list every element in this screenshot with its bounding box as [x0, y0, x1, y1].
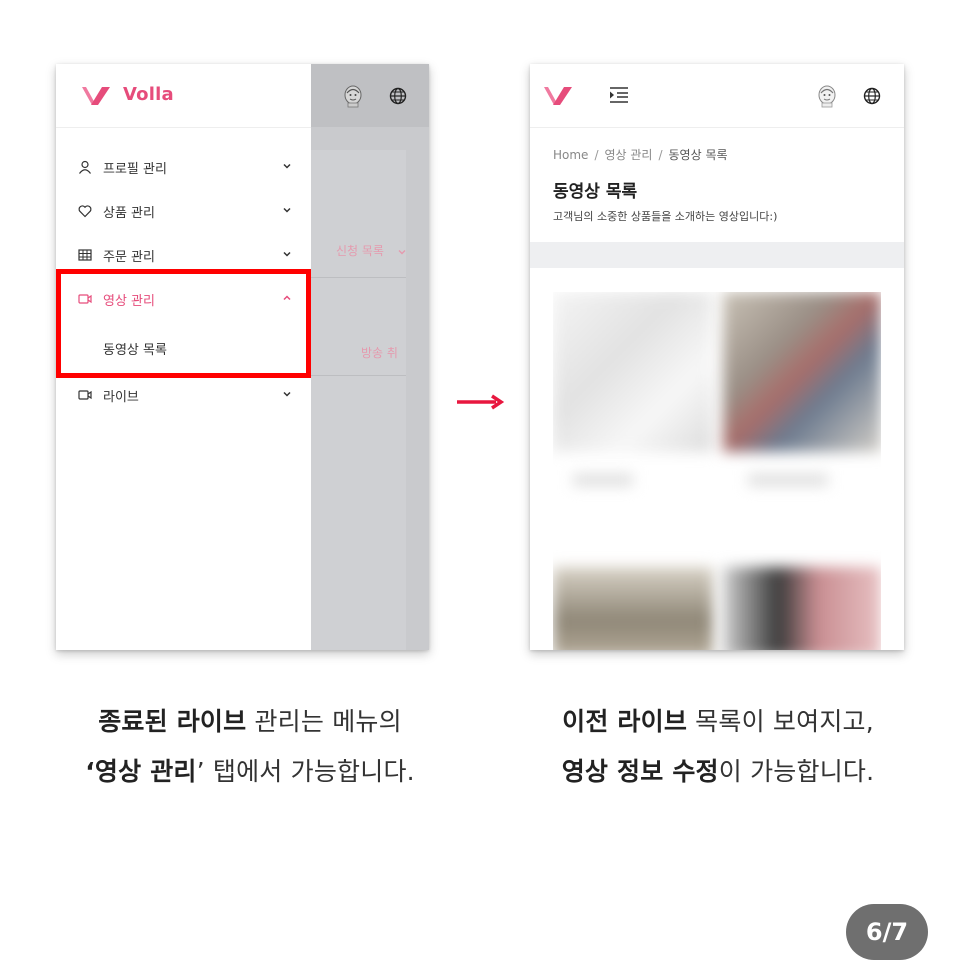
caption-quote-open: ‘	[85, 757, 95, 786]
video-thumbnail[interactable]	[723, 567, 881, 650]
user-icon	[79, 160, 91, 174]
drawer-header: Volla	[56, 64, 311, 128]
chevron-down-icon	[398, 250, 406, 255]
volla-logo-icon[interactable]	[542, 84, 574, 108]
section-divider	[530, 242, 904, 268]
avatar-icon[interactable]	[816, 84, 838, 108]
heart-icon	[78, 205, 92, 218]
chevron-down-icon	[283, 207, 291, 213]
breadcrumb-home[interactable]: Home	[553, 148, 588, 162]
avatar-icon[interactable]	[342, 84, 364, 108]
dimmed-card	[311, 150, 406, 650]
dimmed-header	[311, 64, 429, 127]
breadcrumb-video-management[interactable]: 영상 관리	[604, 148, 652, 162]
caption-text: ’ 탭에서 가능합니다.	[196, 757, 415, 786]
table-icon	[78, 249, 92, 261]
chevron-down-icon	[283, 163, 291, 169]
page-subtitle: 고객님의 소중한 상품들을 소개하는 영상입니다:)	[553, 210, 778, 223]
video-thumbnail[interactable]	[553, 567, 713, 650]
caption-emphasis: 영상 정보 수정	[561, 757, 719, 786]
caption-emphasis: 종료된 라이브	[98, 707, 247, 736]
caption-text: 목록이 보여지고,	[687, 707, 874, 736]
chevron-down-icon	[283, 251, 291, 257]
volla-logo-icon[interactable]	[80, 84, 112, 108]
menu-label: 주문 관리	[103, 250, 155, 265]
background-text-apply-list: 신청 목록	[336, 244, 384, 258]
divider	[311, 277, 406, 278]
highlight-box	[56, 269, 311, 378]
background-text-broadcast: 방송 취	[361, 346, 398, 360]
caption-text: 이 가능합니다.	[718, 757, 875, 786]
menu-item-profile[interactable]: 프로필 관리	[56, 145, 311, 189]
video-icon	[78, 390, 92, 400]
video-title-placeholder	[748, 474, 828, 486]
globe-icon[interactable]	[388, 86, 408, 106]
menu-item-products[interactable]: 상품 관리	[56, 189, 311, 233]
breadcrumb: Home / 영상 관리 / 동영상 목록	[553, 148, 728, 162]
brand-name: Volla	[123, 84, 174, 105]
breadcrumb-current: 동영상 목록	[668, 148, 728, 162]
menu-label: 상품 관리	[103, 206, 155, 221]
globe-icon[interactable]	[862, 86, 882, 106]
caption-right: 이전 라이브 목록이 보여지고, 영상 정보 수정이 가능합니다.	[508, 697, 928, 797]
app-header	[530, 64, 904, 128]
caption-left: 종료된 라이브 관리는 메뉴의 ‘영상 관리’ 탭에서 가능합니다.	[40, 697, 460, 797]
page-indicator: 6/7	[846, 904, 928, 960]
caption-emphasis: 이전 라이브	[562, 707, 688, 736]
dimmed-overlay[interactable]: 신청 목록 방송 취	[311, 64, 429, 650]
video-title-placeholder	[573, 474, 633, 486]
caption-text: 관리는 메뉴의	[246, 707, 402, 736]
page-title: 동영상 목록	[553, 182, 638, 202]
divider	[311, 375, 406, 376]
chevron-down-icon	[283, 391, 291, 397]
menu-label: 프로필 관리	[103, 162, 167, 177]
menu-label: 라이브	[103, 390, 139, 405]
video-thumbnail[interactable]	[553, 292, 713, 452]
caption-emphasis: 영상 관리	[94, 757, 197, 786]
video-grid	[553, 292, 881, 650]
right-screenshot: Home / 영상 관리 / 동영상 목록 동영상 목록 고객님의 소중한 상품들을 소…	[530, 64, 904, 650]
video-thumbnail[interactable]	[723, 292, 881, 452]
menu-item-live[interactable]: 라이브	[56, 373, 311, 417]
menu-toggle-icon[interactable]	[609, 86, 629, 104]
right-arrow-icon	[457, 394, 505, 410]
